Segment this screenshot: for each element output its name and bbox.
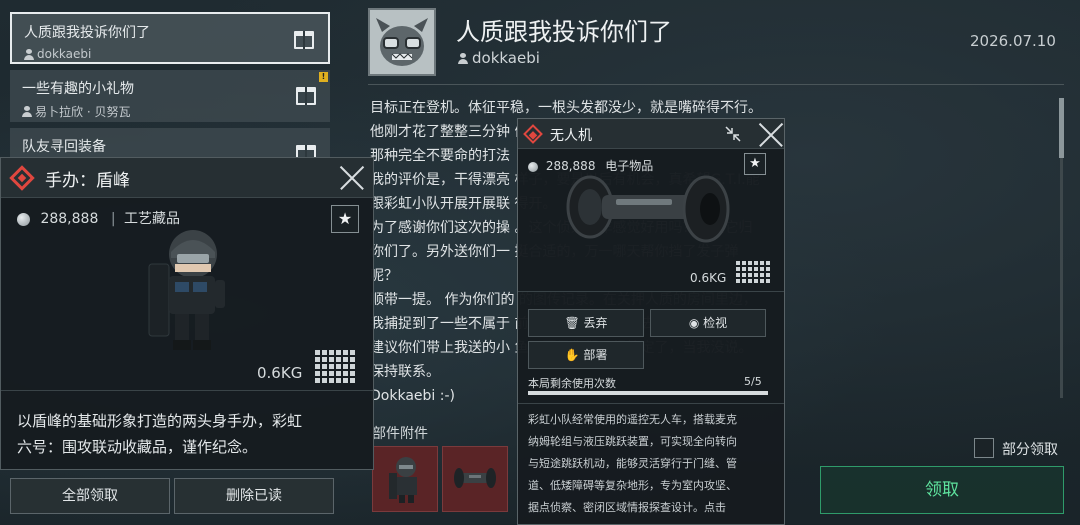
mail-scrollbar-thumb[interactable] bbox=[1059, 98, 1064, 158]
dokkaebi-avatar-icon bbox=[370, 10, 434, 74]
header-divider bbox=[368, 84, 1064, 85]
collapse-icon[interactable] bbox=[724, 125, 742, 143]
mail-item-title: 人质跟我投诉你们了 bbox=[24, 25, 150, 41]
uses-progress-bar bbox=[528, 391, 768, 395]
gift-icon bbox=[294, 31, 314, 49]
mail-sender: dokkaebi bbox=[458, 49, 540, 67]
inventory-grid-icon bbox=[736, 261, 770, 283]
popup-header: 无人机 bbox=[518, 119, 784, 149]
mail-item-title: 队友寻回装备 bbox=[22, 139, 106, 155]
mail-item-sender-name: 易卜拉欣 · 贝努瓦 bbox=[35, 105, 131, 119]
person-icon bbox=[458, 52, 468, 64]
unread-badge: ! bbox=[319, 72, 328, 82]
uses-label: 本局剩余使用次数 bbox=[528, 377, 616, 390]
mail-sender-name: dokkaebi bbox=[472, 49, 540, 67]
mail-date: 2026.07.10 bbox=[970, 32, 1056, 50]
inspect-icon: ◉ bbox=[688, 316, 700, 330]
partial-claim-label: 部分领取 bbox=[1002, 442, 1058, 458]
drone-description-line: 道、低矮障碍等复杂地形，专为室内攻坚、 bbox=[528, 479, 737, 492]
sender-avatar bbox=[368, 8, 436, 76]
mail-item-sender: dokkaebi bbox=[24, 47, 316, 61]
mail-title: 人质跟我投诉你们了 bbox=[456, 18, 672, 46]
gift-icon bbox=[296, 87, 316, 105]
inspect-label: 检视 bbox=[703, 316, 728, 330]
partial-claim-checkbox[interactable] bbox=[974, 438, 994, 458]
trash-icon: 🗑 bbox=[564, 316, 580, 330]
separator: | bbox=[110, 211, 116, 227]
uses-progress-fill bbox=[528, 391, 768, 395]
coin-icon bbox=[17, 212, 30, 226]
figure-image bbox=[148, 230, 225, 350]
figure-thumbnail-icon bbox=[389, 457, 417, 503]
popup-divider bbox=[518, 291, 784, 292]
person-icon bbox=[24, 48, 34, 60]
drone-image bbox=[566, 175, 730, 243]
inspect-button[interactable]: ◉ 检视 bbox=[650, 309, 766, 337]
person-icon bbox=[22, 106, 32, 117]
mail-body-line: 目标正在登机。体征平稳，一根头发都没少，就是嘴碎得不行。 bbox=[370, 100, 762, 116]
drone-description-line: 据点侦察、密闭区域情报探查设计。点击 bbox=[528, 501, 726, 514]
attachment-slot-figure[interactable] bbox=[372, 446, 438, 512]
figure-description-line: 以盾峰的基础形象打造的两头身手办，彩虹 bbox=[17, 412, 303, 430]
popup-divider bbox=[1, 390, 373, 391]
coin-icon bbox=[528, 161, 538, 172]
mail-item-sender-name: dokkaebi bbox=[37, 47, 92, 61]
popup-header: 手办：盾峰 bbox=[1, 158, 373, 198]
item-rarity-diamond-icon bbox=[9, 165, 35, 191]
claim-all-button[interactable]: 全部领取 bbox=[10, 478, 170, 514]
figure-description-line: 六号：围攻联动收藏品，谨作纪念。 bbox=[17, 438, 258, 456]
claim-button[interactable]: 领取 bbox=[820, 466, 1064, 514]
close-icon[interactable] bbox=[758, 122, 780, 144]
item-rarity-diamond-icon bbox=[523, 124, 543, 144]
uses-value: 5/5 bbox=[744, 375, 762, 388]
favorite-star-icon[interactable]: ★ bbox=[744, 153, 766, 175]
discard-button[interactable]: 🗑 丢弃 bbox=[528, 309, 644, 337]
mail-item-hostage[interactable]: 人质跟我投诉你们了 dokkaebi bbox=[10, 12, 330, 64]
attachment-slot-drone[interactable] bbox=[442, 446, 508, 512]
figure-description: 以盾峰的基础形象打造的两头身手办，彩虹 六号：围攻联动收藏品，谨作纪念。 bbox=[17, 408, 302, 460]
inventory-grid-icon bbox=[315, 350, 355, 383]
drone-description-line: 彩虹小队经常使用的遥控无人车，搭载麦克 bbox=[528, 413, 737, 426]
attachments-label: 部件附件 bbox=[372, 426, 428, 442]
close-icon[interactable] bbox=[339, 165, 365, 191]
drone-weight: 0.6KG bbox=[690, 271, 727, 285]
drone-description-line: 纳姆轮组与液压跳跃装置，可实现全向转向 bbox=[528, 435, 737, 448]
deploy-label: 部署 bbox=[583, 348, 608, 362]
deploy-button[interactable]: ✋ 部署 bbox=[528, 341, 644, 369]
drone-thumbnail-icon bbox=[454, 468, 496, 488]
deploy-icon: ✋ bbox=[564, 348, 580, 362]
figure-price: 288,888 bbox=[40, 211, 99, 227]
popup-divider bbox=[518, 403, 784, 404]
drone-description: 彩虹小队经常使用的遥控无人车，搭载麦克 纳姆轮组与液压跳跃装置，可实现全向转向 … bbox=[528, 409, 778, 519]
drone-description-line: 与短途跳跃机动，能够灵活穿行于门缝、管 bbox=[528, 457, 737, 470]
drone-popup-title: 无人机 bbox=[550, 128, 592, 144]
figure-weight: 0.6KG bbox=[257, 364, 303, 382]
delete-read-button[interactable]: 删除已读 bbox=[174, 478, 334, 514]
figure-item-popup: 手办：盾峰 288,888 | 工艺藏品 ★ 0.6KG 以盾峰的基础形象打造的… bbox=[0, 157, 374, 470]
discard-label: 丢弃 bbox=[583, 316, 608, 330]
mail-item-sender: 易卜拉欣 · 贝努瓦 bbox=[22, 103, 318, 120]
mail-item-title: 一些有趣的小礼物 bbox=[22, 81, 134, 97]
favorite-star-icon[interactable]: ★ bbox=[331, 205, 359, 233]
figure-popup-title: 手办：盾峰 bbox=[45, 171, 130, 191]
mail-item-gifts[interactable]: 一些有趣的小礼物 易卜拉欣 · 贝努瓦 ! bbox=[10, 70, 330, 122]
drone-item-popup: 无人机 288,888 电子物品 ★ 0.6KG 🗑 丢弃 ◉ 检视 ✋ 部署 bbox=[517, 118, 785, 525]
